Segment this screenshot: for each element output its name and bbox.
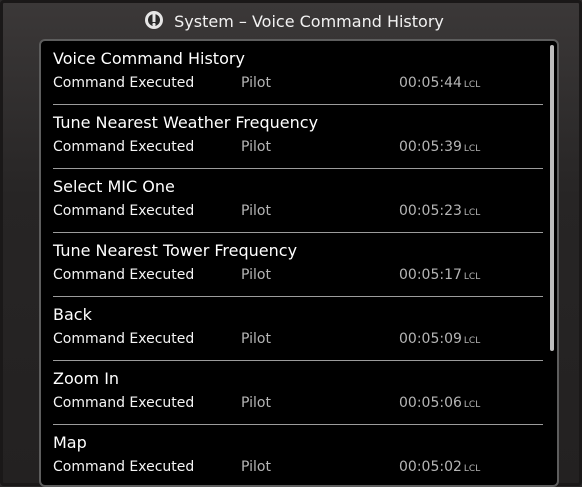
command-user: Pilot [241,331,271,347]
command-user: Pilot [241,75,271,91]
app-frame: System – Voice Command History Voice Com… [0,0,582,487]
time-value: 00:05:09 [399,331,462,347]
command-name: Back [53,305,92,324]
scrollbar[interactable] [550,45,554,351]
command-user: Pilot [241,395,271,411]
time-zone: LCL [463,208,481,218]
command-time: 00:05:23 LCL [399,203,480,219]
list-item[interactable]: Select MIC One Command Executed Pilot 00… [53,169,543,233]
time-value: 00:05:02 [399,459,462,475]
command-user: Pilot [241,139,271,155]
time-value: 00:05:17 [399,267,462,283]
time-zone: LCL [463,80,481,90]
time-zone: LCL [463,400,481,410]
command-user: Pilot [241,459,271,475]
time-zone: LCL [463,144,481,154]
title-bar: System – Voice Command History [3,3,582,39]
time-value: 00:05:44 [399,75,462,91]
command-name: Voice Command History [53,49,245,68]
time-zone: LCL [463,272,481,282]
list-item[interactable]: Zoom In Command Executed Pilot 00:05:06 L… [53,361,543,425]
command-time: 00:05:02 LCL [399,459,480,475]
command-status: Command Executed [53,331,195,347]
list-item[interactable]: Map Command Executed Pilot 00:05:02 LCL [53,425,543,485]
command-name: Tune Nearest Weather Frequency [53,113,319,132]
command-status: Command Executed [53,395,195,411]
command-name: Zoom In [53,369,120,388]
command-time: 00:05:17 LCL [399,267,480,283]
time-value: 00:05:39 [399,139,462,155]
time-value: 00:05:23 [399,203,462,219]
time-zone: LCL [463,464,481,474]
command-time: 00:05:44 LCL [399,75,480,91]
command-status: Command Executed [53,139,195,155]
list-item[interactable]: Back Command Executed Pilot 00:05:09 LCL [53,297,543,361]
command-status: Command Executed [53,203,195,219]
history-list: Voice Command History Command Executed P… [41,41,551,485]
command-user: Pilot [241,267,271,283]
list-item[interactable]: Voice Command History Command Executed P… [53,41,543,105]
command-time: 00:05:09 LCL [399,331,480,347]
command-time: 00:05:39 LCL [399,139,480,155]
system-gear-icon [145,11,164,29]
list-item[interactable]: Tune Nearest Tower Frequency Command Exe… [53,233,543,297]
list-item[interactable]: Tune Nearest Weather Frequency Command E… [53,105,543,169]
window-title: System – Voice Command History [174,11,444,31]
command-status: Command Executed [53,267,195,283]
command-user: Pilot [241,203,271,219]
command-name: Select MIC One [53,177,175,196]
command-time: 00:05:06 LCL [399,395,480,411]
time-value: 00:05:06 [399,395,462,411]
voice-command-history-panel: Voice Command History Command Executed P… [39,39,559,487]
command-status: Command Executed [53,75,195,91]
time-zone: LCL [463,336,481,346]
command-name: Map [53,433,87,452]
command-status: Command Executed [53,459,195,475]
command-name: Tune Nearest Tower Frequency [53,241,298,260]
